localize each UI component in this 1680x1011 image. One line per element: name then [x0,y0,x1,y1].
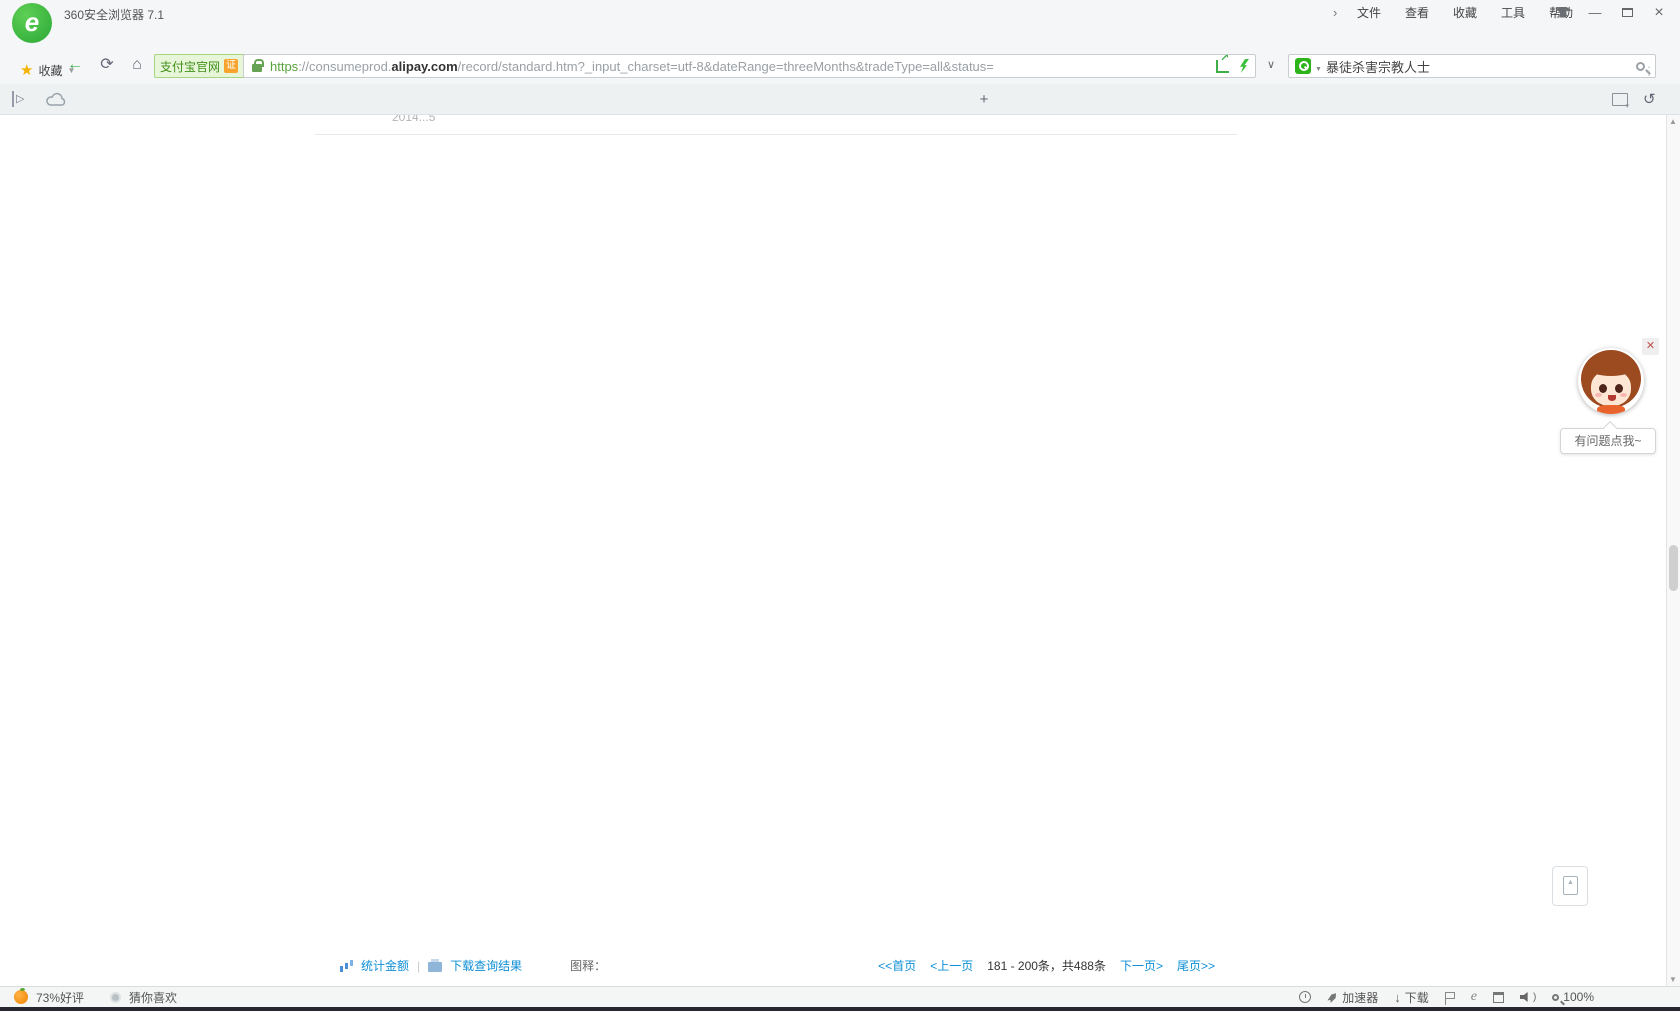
elevator-icon [1563,876,1578,895]
title-bar: e 360安全浏览器 7.1 › 文件查看收藏工具帮助 — × [0,0,1680,25]
rating-icon[interactable] [14,990,28,1004]
address-bar: ← ⟳ ⌂ 支付宝官网 证 ▼ https://consumeprod.alip… [0,25,1680,57]
legend: 图释： [570,957,616,974]
scrollbar-thumb[interactable] [1669,545,1678,591]
window-icon [1493,992,1504,1003]
download-button[interactable]: ↓ 下载 [1394,989,1429,1006]
assistant-close-icon[interactable]: ✕ [1642,338,1659,355]
zoom-icon [1552,994,1559,1001]
footer-divider: | [417,959,420,973]
pagination: <<首页 <上一页 181 - 200条，共488条 下一页> 尾页>> [880,957,1215,974]
cloud-sync-icon[interactable] [46,92,68,107]
page-content: 2014...5 统计金额 | 下载查询结果 图释： <<首页 <上一页 181… [0,115,1680,986]
bookmarks-bar: ★ 收藏 ▼ [0,57,1680,84]
next-page-link[interactable]: 下一页> [1120,957,1163,974]
menu-收藏[interactable]: 收藏 [1445,2,1485,23]
accelerator-label: 加速器 [1342,989,1378,1006]
avatar-blush [1620,393,1627,397]
rocket-icon [1325,989,1340,1004]
browser-chrome: e 360安全浏览器 7.1 › 文件查看收藏工具帮助 — × ← ⟳ ⌂ 支付… [0,0,1680,84]
close-button[interactable]: × [1646,2,1672,24]
window-title: 360安全浏览器 7.1 [64,6,164,23]
page-range-info: 181 - 200条，共488条 [987,957,1106,974]
download-icon [428,962,442,972]
prev-page-link[interactable]: <上一页 [930,957,973,974]
toolbar-drag-handle: ⋮ [1643,64,1656,78]
ie-mode-button[interactable]: e [1471,989,1477,1005]
zoom-level: 100% [1563,990,1594,1004]
feedback-button[interactable] [1445,995,1455,999]
back-to-top-button[interactable] [1552,866,1588,906]
download-arrow-icon: ↓ [1394,990,1401,1005]
clipped-row-text: 2014...5 [392,115,435,124]
transaction-table [315,134,1237,135]
skin-button[interactable] [1550,2,1576,24]
session-restore-icon[interactable]: ↺ [1643,90,1656,108]
minimize-button[interactable]: — [1582,2,1608,24]
accelerator-button[interactable]: 加速器 [1327,989,1378,1006]
download-label: 下载 [1405,989,1429,1006]
assistant-bubble[interactable]: 有问题点我~ [1560,428,1656,454]
assistant-avatar[interactable] [1578,348,1644,414]
table-footer: 统计金额 | 下载查询结果 图释： [340,957,616,974]
avatar-mouth [1608,395,1616,401]
star-icon: ★ [20,65,33,77]
tab-expander-icon[interactable]: ▷ [12,91,24,107]
vertical-scrollbar[interactable]: ▲ ▼ [1666,115,1680,986]
menu-查看[interactable]: 查看 [1397,2,1437,23]
browser-logo-icon: e [12,3,52,43]
scroll-up-icon[interactable]: ▲ [1669,117,1677,126]
legend-label: 图释： [570,957,606,974]
avatar-shirt [1597,405,1625,414]
toolbar-right: ⋮ [1643,57,1662,84]
statusbar-right: 加速器 ↓ 下载 e ) 100% [1299,987,1594,1007]
flag-icon [1445,992,1455,999]
avatar-eye [1599,384,1607,393]
menu-expander-icon[interactable]: › [1333,5,1337,20]
avatar-bangs [1588,360,1634,376]
avatar-eye [1615,384,1623,393]
last-page-link[interactable]: 尾页>> [1177,957,1215,974]
maximize-button[interactable] [1614,2,1640,24]
taskbar-edge [0,1007,1680,1011]
suggest-icon[interactable] [110,992,121,1003]
ie-icon: e [1471,989,1477,1005]
scroll-down-icon[interactable]: ▼ [1669,975,1677,984]
avatar-blush [1595,393,1602,397]
tshirt-icon [1556,7,1570,18]
performance-button[interactable] [1299,991,1311,1003]
statusbar-left: 73%好评 猜你喜欢 [14,987,177,1007]
mute-button[interactable]: ) [1520,992,1536,1003]
first-page-link[interactable]: <<首页 [878,957,916,974]
menu-工具[interactable]: 工具 [1493,2,1533,23]
rating-label[interactable]: 73%好评 [36,989,84,1006]
suggest-label[interactable]: 猜你喜欢 [129,989,177,1006]
meter-icon [1299,991,1311,1003]
status-bar: 73%好评 猜你喜欢 加速器 ↓ 下载 e ) 100% [0,986,1680,1007]
menu-bar: 文件查看收藏工具帮助 [1349,0,1581,25]
caret-down-icon: ▼ [67,66,75,75]
zoom-button[interactable]: 100% [1552,990,1594,1004]
bookmark-收藏[interactable]: ★ 收藏 ▼ [12,59,83,82]
menu-文件[interactable]: 文件 [1349,2,1389,23]
download-results-link[interactable]: 下载查询结果 [450,957,522,974]
restore-icon [1622,8,1633,17]
stats-icon [340,960,353,972]
tab-bar: ▷ + ↺ [0,84,1680,115]
new-tab-button[interactable]: + [974,92,994,110]
window-mode-button[interactable] [1493,992,1504,1003]
window-controls: — × [1550,0,1672,25]
speaker-wave-icon: ) [1533,992,1536,1003]
stats-link[interactable]: 统计金额 [361,957,409,974]
tab-list-icon[interactable] [1612,93,1628,106]
speaker-icon [1520,992,1531,1002]
